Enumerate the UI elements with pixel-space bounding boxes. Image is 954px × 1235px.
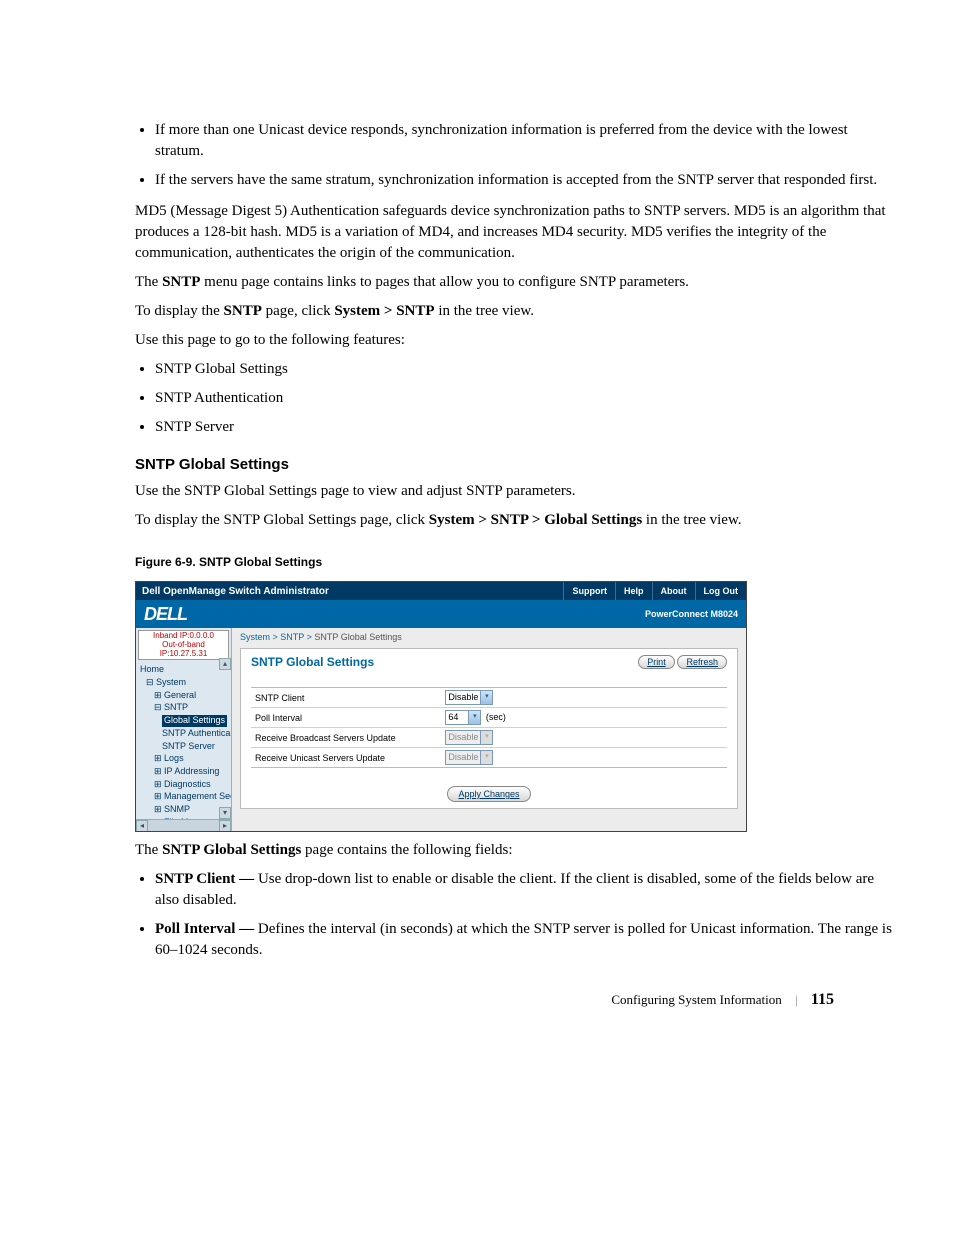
tree-sntp[interactable]: ⊟ SNTP — [140, 702, 231, 715]
breadcrumb: System > SNTP > SNTP Global Settings — [232, 628, 746, 648]
nav-support[interactable]: Support — [563, 582, 615, 600]
fields-intro-paragraph: The SNTP Global Settings page contains t… — [135, 840, 894, 861]
crumb-system[interactable]: System — [240, 632, 270, 642]
tree-mgmt-security[interactable]: ⊞ Management Secur — [140, 791, 231, 804]
feature-list: SNTP Global Settings SNTP Authentication… — [60, 359, 894, 438]
heading-sntp-global-settings: SNTP Global Settings — [135, 456, 894, 473]
select-sntp-client[interactable]: Disable▾ — [445, 690, 493, 705]
panel-title: SNTP Global Settings — [251, 655, 374, 669]
scroll-right-icon[interactable]: ▸ — [219, 820, 231, 831]
label-receive-broadcast: Receive Broadcast Servers Update — [251, 728, 441, 748]
row-poll-interval: Poll Interval 64▾ (sec) — [251, 708, 727, 728]
fields-list: SNTP Client — Use drop-down list to enab… — [60, 869, 894, 961]
chevron-down-icon: ▾ — [480, 691, 492, 704]
sgs-display-paragraph: To display the SNTP Global Settings page… — [135, 510, 894, 531]
tree-home[interactable]: Home — [140, 664, 231, 677]
crumb-current: SNTP Global Settings — [314, 632, 401, 642]
tree-logs[interactable]: ⊞ Logs — [140, 753, 231, 766]
use-page-paragraph: Use this page to go to the following fea… — [135, 330, 894, 351]
brand-bar: DELL PowerConnect M8024 — [136, 600, 746, 628]
label-poll-interval: Poll Interval — [251, 708, 441, 728]
refresh-button[interactable]: Refresh — [677, 655, 727, 669]
window-title: Dell OpenManage Switch Administrator — [136, 586, 329, 597]
intro-bullet: If more than one Unicast device responds… — [155, 120, 894, 162]
label-sntp-client: SNTP Client — [251, 688, 441, 708]
sgs-use-paragraph: Use the SNTP Global Settings page to vie… — [135, 481, 894, 502]
footer-page-number: 115 — [811, 991, 834, 1008]
label-receive-unicast: Receive Unicast Servers Update — [251, 748, 441, 768]
sidebar: Inband IP:0.0.0.0 Out-of-band IP:10.27.5… — [136, 628, 232, 831]
select-receive-broadcast: Disable▾ — [445, 730, 493, 745]
field-item: Poll Interval — Defines the interval (in… — [155, 919, 894, 961]
feature-item: SNTP Server — [155, 417, 894, 438]
poll-interval-unit: (sec) — [486, 712, 506, 722]
apply-changes-button[interactable]: Apply Changes — [447, 786, 530, 802]
intro-bullets: If more than one Unicast device responds… — [60, 120, 894, 191]
sntp-menu-paragraph: The SNTP menu page contains links to pag… — [135, 272, 894, 293]
nav-tree: Home ⊟ System ⊞ General ⊟ SNTP Global Se… — [136, 662, 231, 831]
footer-section: Configuring System Information — [611, 992, 781, 1007]
settings-table: SNTP Client Disable▾ Poll Interval — [251, 687, 727, 768]
main-area: System > SNTP > SNTP Global Settings SNT… — [232, 628, 746, 831]
select-poll-interval[interactable]: 64▾ — [445, 710, 481, 725]
crumb-sntp[interactable]: SNTP — [280, 632, 304, 642]
tree-general[interactable]: ⊞ General — [140, 690, 231, 703]
scroll-up-icon[interactable]: ▴ — [219, 658, 231, 670]
figure-caption: Figure 6-9. SNTP Global Settings — [135, 555, 894, 569]
dell-logo: DELL — [144, 604, 187, 625]
chevron-down-icon: ▾ — [468, 711, 480, 724]
feature-item: SNTP Global Settings — [155, 359, 894, 380]
nav-about[interactable]: About — [652, 582, 695, 600]
scroll-left-icon[interactable]: ◂ — [136, 820, 148, 831]
chevron-down-icon: ▾ — [480, 731, 492, 744]
screenshot-figure: Dell OpenManage Switch Administrator Sup… — [135, 581, 747, 832]
window-titlebar: Dell OpenManage Switch Administrator Sup… — [136, 582, 746, 600]
settings-panel: SNTP Global Settings Print Refresh SNTP … — [240, 648, 738, 809]
tree-sntp-server[interactable]: SNTP Server — [140, 741, 231, 754]
sntp-display-paragraph: To display the SNTP page, click System >… — [135, 301, 894, 322]
field-item: SNTP Client — Use drop-down list to enab… — [155, 869, 894, 911]
row-receive-unicast: Receive Unicast Servers Update Disable▾ — [251, 748, 727, 768]
ip-box: Inband IP:0.0.0.0 Out-of-band IP:10.27.5… — [138, 630, 229, 660]
tree-global-settings[interactable]: Global Settings — [140, 715, 231, 728]
tree-snmp[interactable]: ⊞ SNMP — [140, 804, 231, 817]
tree-ip-addressing[interactable]: ⊞ IP Addressing — [140, 766, 231, 779]
nav-help[interactable]: Help — [615, 582, 652, 600]
oob-ip: Out-of-band IP:10.27.5.31 — [139, 641, 228, 659]
h-scrollbar[interactable]: ◂ ▸ — [136, 819, 231, 831]
tree-diagnostics[interactable]: ⊞ Diagnostics — [140, 779, 231, 792]
page-footer: Configuring System Information | 115 — [60, 991, 834, 1009]
print-button[interactable]: Print — [638, 655, 675, 669]
tree-sntp-auth[interactable]: SNTP Authentica — [140, 728, 231, 741]
model-label: PowerConnect M8024 — [645, 609, 738, 619]
scroll-down-icon[interactable]: ▾ — [219, 807, 231, 819]
tree-system[interactable]: ⊟ System — [140, 677, 231, 690]
feature-item: SNTP Authentication — [155, 388, 894, 409]
select-receive-unicast: Disable▾ — [445, 750, 493, 765]
intro-bullet: If the servers have the same stratum, sy… — [155, 170, 894, 191]
row-receive-broadcast: Receive Broadcast Servers Update Disable… — [251, 728, 727, 748]
row-sntp-client: SNTP Client Disable▾ — [251, 688, 727, 708]
chevron-down-icon: ▾ — [480, 751, 492, 764]
md5-paragraph: MD5 (Message Digest 5) Authentication sa… — [135, 201, 894, 264]
nav-logout[interactable]: Log Out — [695, 582, 747, 600]
